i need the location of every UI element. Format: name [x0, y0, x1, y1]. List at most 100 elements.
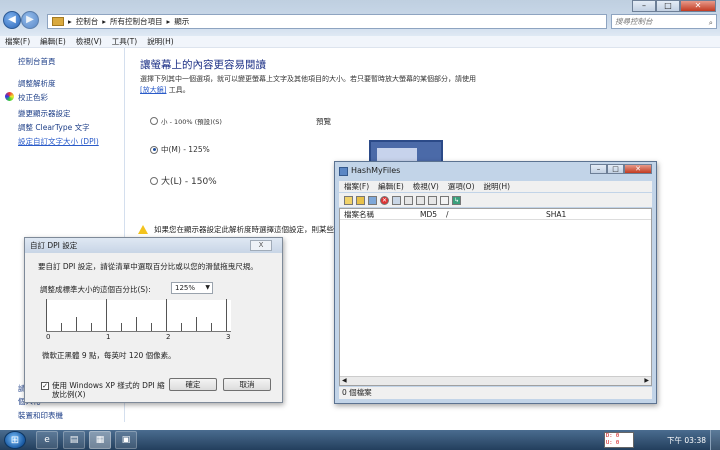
column-sort-indicator: /	[446, 210, 449, 219]
save-icon[interactable]	[392, 195, 401, 205]
hmf-maximize-button[interactable]: □	[607, 164, 624, 174]
warning-message: 如果您在顯示器設定此解析度時選擇這個設定，則某些項目...	[138, 224, 356, 235]
exit-icon[interactable]: ↳	[452, 195, 461, 205]
ruler-tick	[181, 323, 182, 331]
radio-small[interactable]	[150, 117, 158, 125]
add-drive-icon[interactable]	[368, 195, 377, 205]
option-medium-label: 中(M) - 125%	[161, 145, 210, 154]
properties-icon[interactable]	[416, 195, 425, 205]
dialog-close-icon[interactable]: X	[250, 240, 272, 251]
hmf-menubar: 檔案(F) 編輯(E) 檢視(V) 選項(O) 說明(H)	[339, 181, 652, 192]
sidebar-item-display-settings[interactable]: 變更顯示器設定	[18, 108, 71, 119]
xp-scaling-option[interactable]: ✓ 使用 Windows XP 樣式的 DPI 縮放比例(X)	[41, 381, 167, 399]
back-button[interactable]: ◀	[3, 11, 21, 29]
hmf-menu-options[interactable]: 選項(O)	[448, 181, 475, 192]
ruler-tick	[46, 299, 47, 331]
chevron-down-icon: ▼	[205, 284, 210, 291]
ruler-tick	[136, 317, 137, 331]
hmf-titlebar: HashMyFiles – □ ✕	[335, 162, 656, 180]
sidebar-item-cleartype[interactable]: 調整 ClearType 文字	[18, 122, 90, 133]
hmf-toolbar: ✕ ↳	[339, 193, 652, 207]
taskbar-control-panel-icon[interactable]: ▦	[89, 431, 111, 449]
ruler-tick	[226, 299, 227, 331]
menu-help[interactable]: 說明(H)	[147, 36, 174, 47]
horizontal-scrollbar[interactable]: ◀ ▶	[340, 376, 651, 385]
column-sha1[interactable]: SHA1	[546, 209, 566, 220]
hmf-menu-file[interactable]: 檔案(F)	[344, 181, 369, 192]
xp-scaling-checkbox[interactable]: ✓	[41, 382, 49, 390]
ruler-tick	[196, 317, 197, 331]
hmf-menu-edit[interactable]: 編輯(E)	[378, 181, 404, 192]
custom-dpi-dialog: 自訂 DPI 設定 X 要自訂 DPI 設定，請從清單中選取百分比或以您的滑鼠拖…	[24, 237, 283, 403]
sidebar-item-custom-dpi[interactable]: 設定自訂文字大小 (DPI)	[18, 136, 99, 147]
scale-label: 調整成標準大小的這個百分比(S):	[40, 285, 151, 294]
scroll-right-icon[interactable]: ▶	[644, 377, 649, 385]
window-controls: – □ ✕	[632, 0, 716, 12]
clock[interactable]: 下午 03:38	[667, 435, 706, 446]
ruler-tick	[211, 323, 212, 331]
scale-dropdown[interactable]: 125% ▼	[171, 282, 213, 294]
hmf-menu-help[interactable]: 說明(H)	[484, 181, 511, 192]
taskbar-explorer-icon[interactable]: ▤	[63, 431, 85, 449]
hmf-menu-view[interactable]: 檢視(V)	[413, 181, 439, 192]
magnifier-link[interactable]: [放大鏡]	[140, 86, 166, 94]
dpi-ruler[interactable]: 0 1 2 3	[46, 299, 231, 341]
cancel-button[interactable]: 取消	[223, 378, 271, 391]
hmf-minimize-button[interactable]: –	[590, 164, 607, 174]
sidebar-item-resolution[interactable]: 調整解析度	[18, 78, 56, 89]
find-icon[interactable]	[440, 195, 449, 205]
option-medium[interactable]: 中(M) - 125%	[150, 144, 210, 155]
column-md5[interactable]: MD5	[420, 209, 437, 220]
sidebar-item-devices-printers[interactable]: 裝置和印表機	[18, 410, 63, 421]
radio-large[interactable]	[150, 176, 158, 185]
copy-icon[interactable]	[404, 195, 413, 205]
menu-file[interactable]: 檔案(F)	[5, 36, 30, 47]
show-desktop-button[interactable]	[710, 430, 720, 450]
network-monitor[interactable]: D: 0 U: 0	[604, 432, 634, 448]
maximize-button[interactable]: □	[656, 0, 680, 12]
menu-tools[interactable]: 工具(T)	[112, 36, 137, 47]
option-large[interactable]: 大(L) - 150%	[150, 174, 217, 187]
breadcrumb-all-items[interactable]: 所有控制台項目	[110, 16, 163, 27]
radio-medium[interactable]	[150, 145, 158, 154]
taskbar-hashmyfiles-icon[interactable]: ▣	[115, 431, 137, 449]
hmf-file-list[interactable]: 檔案名稱 MD5 / SHA1 ◀ ▶	[339, 208, 652, 386]
breadcrumb-control-panel[interactable]: 控制台	[76, 16, 99, 27]
page-description: 選擇下列其中一個選項，就可以變更螢幕上文字及其他項目的大小。若只要暫時放大螢幕的…	[140, 74, 510, 96]
address-separator: ▸	[102, 17, 107, 26]
breadcrumb-display[interactable]: 顯示	[174, 16, 189, 27]
ruler-number: 2	[166, 333, 171, 341]
add-files-icon[interactable]	[344, 195, 353, 205]
add-folder-icon[interactable]	[356, 195, 365, 205]
page-title: 讓螢幕上的內容更容易閱讀	[140, 59, 266, 71]
start-button[interactable]: ⊞	[4, 431, 26, 449]
option-small-label: 小 - 100% (預設)(S)	[161, 118, 222, 126]
explorer-titlebar: ◀ ▶ ▸ 控制台 ▸ 所有控制台項目 ▸ 顯示 搜尋控制台 ⌕ – □ ✕	[0, 0, 720, 36]
close-button[interactable]: ✕	[680, 0, 716, 12]
ruler-tick	[121, 323, 122, 331]
dialog-titlebar: 自訂 DPI 設定 X	[25, 238, 282, 253]
ruler-number: 1	[106, 333, 111, 341]
html-report-icon[interactable]	[428, 195, 437, 205]
column-filename[interactable]: 檔案名稱	[344, 209, 374, 220]
menu-edit[interactable]: 編輯(E)	[40, 36, 66, 47]
sidebar-item-calibrate-color[interactable]: 校正色彩	[18, 92, 48, 103]
menu-view[interactable]: 檢視(V)	[76, 36, 102, 47]
search-icon[interactable]: ⌕	[709, 16, 713, 29]
option-small[interactable]: 小 - 100% (預設)(S)	[150, 116, 222, 126]
search-input[interactable]: 搜尋控制台 ⌕	[611, 14, 717, 29]
scale-dropdown-value: 125%	[175, 284, 196, 292]
sidebar-item-home[interactable]: 控制台首頁	[18, 56, 56, 67]
minimize-button[interactable]: –	[632, 0, 656, 12]
ok-button[interactable]: 確定	[169, 378, 217, 391]
hmf-close-button[interactable]: ✕	[624, 164, 652, 174]
taskbar-ie-icon[interactable]: e	[36, 431, 58, 449]
hmf-title: HashMyFiles	[351, 166, 401, 175]
ruler-tick	[151, 323, 152, 331]
delete-icon[interactable]: ✕	[380, 195, 389, 205]
address-bar[interactable]: ▸ 控制台 ▸ 所有控制台項目 ▸ 顯示	[47, 14, 607, 29]
description-tail: 工具。	[168, 86, 190, 94]
scroll-left-icon[interactable]: ◀	[342, 377, 347, 385]
hmf-list-header: 檔案名稱 MD5 / SHA1	[340, 209, 651, 220]
forward-button[interactable]: ▶	[21, 11, 39, 29]
